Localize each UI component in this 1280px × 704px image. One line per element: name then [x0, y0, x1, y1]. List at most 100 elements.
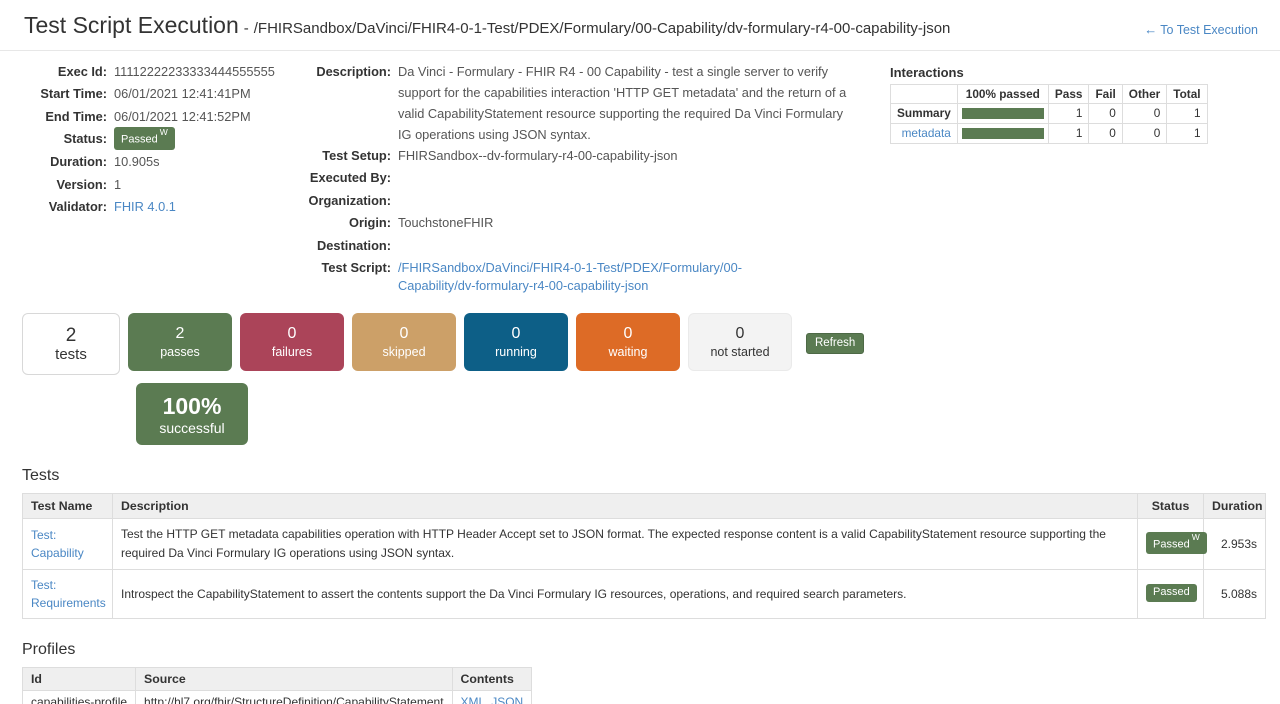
- title-separator: -: [239, 20, 254, 37]
- stat-label-skipped: skipped: [382, 344, 425, 361]
- interactions-header-row: 100% passed Pass Fail Other Total: [891, 84, 1208, 103]
- value-version: 1: [114, 174, 121, 197]
- title-line: Test Script Execution - /FHIRSandbox/DaV…: [24, 12, 1256, 40]
- left-arrow-icon: ←: [1144, 22, 1157, 37]
- value-validator-link[interactable]: FHIR 4.0.1: [114, 196, 176, 219]
- row-test-setup: Test Setup: FHIRSandbox--dv-formulary-r4…: [302, 145, 872, 168]
- stat-value-waiting: 0: [624, 324, 633, 344]
- interactions-col-blank: [891, 84, 958, 103]
- value-exec-id: 11112222233333444555555: [114, 61, 275, 84]
- stat-value-not-started: 0: [736, 324, 745, 344]
- value-description: Da Vinci - Formulary - FHIR R4 - 00 Capa…: [398, 61, 853, 145]
- table-row: Test: Capability Test the HTTP GET metad…: [23, 519, 1266, 570]
- interactions-row-label: Summary: [891, 103, 958, 123]
- stat-box-skipped[interactable]: 0 skipped: [352, 313, 456, 371]
- row-start-time: Start Time: 06/01/2021 12:41:41PM: [22, 83, 302, 106]
- stat-value-percent: 100%: [163, 392, 222, 420]
- label-duration: Duration:: [22, 151, 114, 174]
- row-status: Status: PassedW: [22, 128, 302, 151]
- test-status-cell: Passed: [1138, 570, 1204, 619]
- execution-meta-column: Exec Id: 11112222233333444555555 Start T…: [22, 61, 302, 219]
- stat-value-running: 0: [512, 324, 521, 344]
- interactions-row-metadata: metadata 1 0 0 1: [891, 123, 1208, 143]
- label-status: Status:: [22, 128, 114, 151]
- stats-section: 2 tests 2 passes 0 failures 0 skipped 0 …: [0, 295, 1280, 445]
- label-version: Version:: [22, 174, 114, 197]
- label-start-time: Start Time:: [22, 83, 114, 106]
- profiles-col-contents: Contents: [452, 668, 532, 691]
- profile-xml-link[interactable]: XML: [461, 695, 486, 704]
- tests-heading: Tests: [0, 467, 1280, 485]
- interactions-total-value: 1: [1167, 123, 1207, 143]
- profile-source-cell: http://hl7.org/fhir/StructureDefinition/…: [136, 691, 452, 704]
- test-duration-cell: 5.088s: [1204, 570, 1266, 619]
- value-test-script-link[interactable]: /FHIRSandbox/DaVinci/FHIR4-0-1-Test/PDEX…: [398, 259, 818, 295]
- page-header: Test Script Execution - /FHIRSandbox/DaV…: [0, 0, 1280, 51]
- tests-col-duration: Duration: [1204, 494, 1266, 519]
- stat-box-passes[interactable]: 2 passes: [128, 313, 232, 371]
- label-destination: Destination:: [302, 235, 398, 258]
- status-badge-label: Passed: [121, 134, 158, 146]
- row-test-script: Test Script: /FHIRSandbox/DaVinci/FHIR4-…: [302, 257, 872, 295]
- interactions-row-summary: Summary 1 0 0 1: [891, 103, 1208, 123]
- interactions-progress-cell: [957, 123, 1048, 143]
- page-title: Test Script Execution: [24, 12, 239, 40]
- stat-box-running[interactable]: 0 running: [464, 313, 568, 371]
- label-test-script: Test Script:: [302, 259, 398, 277]
- stat-box-tests: 2 tests: [22, 313, 120, 375]
- profile-contents-cell: XML JSON: [452, 691, 532, 704]
- test-link-line1[interactable]: Test:: [31, 526, 104, 544]
- execution-info-section: Exec Id: 11112222233333444555555 Start T…: [0, 51, 1280, 296]
- label-exec-id: Exec Id:: [22, 61, 114, 84]
- stat-value-failures: 0: [288, 324, 297, 344]
- interactions-total-value: 1: [1167, 103, 1207, 123]
- value-status: PassedW: [114, 128, 175, 151]
- refresh-button[interactable]: Refresh: [806, 333, 864, 354]
- stat-label-tests: tests: [55, 346, 87, 363]
- status-badge-label: Passed: [1153, 538, 1190, 550]
- page-title-path: /FHIRSandbox/DaVinci/FHIR4-0-1-Test/PDEX…: [254, 20, 951, 37]
- stat-label-not-started: not started: [710, 344, 769, 361]
- label-description: Description:: [302, 61, 398, 82]
- row-organization: Organization:: [302, 190, 872, 213]
- interactions-row-link-metadata[interactable]: metadata: [891, 123, 958, 143]
- table-row: Test: Requirements Introspect the Capabi…: [23, 570, 1266, 619]
- row-exec-id: Exec Id: 11112222233333444555555: [22, 61, 302, 84]
- row-version: Version: 1: [22, 174, 302, 197]
- tests-col-test-name: Test Name: [23, 494, 113, 519]
- tests-header-row: Test Name Description Status Duration: [23, 494, 1266, 519]
- row-validator: Validator: FHIR 4.0.1: [22, 196, 302, 219]
- test-duration-cell: 2.953s: [1204, 519, 1266, 570]
- row-description: Description: Da Vinci - Formulary - FHIR…: [302, 61, 872, 145]
- status-badge: Passed: [1146, 584, 1197, 602]
- row-origin: Origin: TouchstoneFHIR: [302, 212, 872, 235]
- interactions-other-value: 0: [1122, 103, 1166, 123]
- row-duration: Duration: 10.905s: [22, 151, 302, 174]
- profiles-table-wrap: Id Source Contents capabilities-profile …: [0, 667, 1280, 704]
- test-link-line2[interactable]: Requirements: [31, 594, 104, 612]
- stat-box-failures[interactable]: 0 failures: [240, 313, 344, 371]
- test-link-line2[interactable]: Capability: [31, 544, 104, 562]
- pass-progress-bar: [962, 108, 1044, 119]
- stat-box-waiting[interactable]: 0 waiting: [576, 313, 680, 371]
- stat-box-not-started[interactable]: 0 not started: [688, 313, 792, 371]
- row-executed-by: Executed By:: [302, 167, 872, 190]
- row-end-time: End Time: 06/01/2021 12:41:52PM: [22, 106, 302, 129]
- test-description-cell: Test the HTTP GET metadata capabilities …: [113, 519, 1138, 570]
- interactions-col-fail: Fail: [1089, 84, 1122, 103]
- tests-table: Test Name Description Status Duration Te…: [22, 493, 1266, 619]
- back-link-label: To Test Execution: [1160, 23, 1258, 37]
- value-start-time: 06/01/2021 12:41:41PM: [114, 83, 251, 106]
- label-organization: Organization:: [302, 190, 398, 213]
- test-link-line1[interactable]: Test:: [31, 576, 104, 594]
- interactions-column: Interactions 100% passed Pass Fail Other…: [872, 61, 1258, 144]
- script-meta-column: Description: Da Vinci - Formulary - FHIR…: [302, 61, 872, 296]
- label-end-time: End Time:: [22, 106, 114, 129]
- back-to-test-execution-link[interactable]: ←To Test Execution: [1144, 22, 1258, 37]
- status-badge-warning-marker: W: [160, 127, 168, 137]
- stat-label-percent: successful: [159, 420, 224, 437]
- profile-json-link[interactable]: JSON: [491, 695, 523, 704]
- tests-col-status: Status: [1138, 494, 1204, 519]
- profiles-col-source: Source: [136, 668, 452, 691]
- interactions-col-percent: 100% passed: [957, 84, 1048, 103]
